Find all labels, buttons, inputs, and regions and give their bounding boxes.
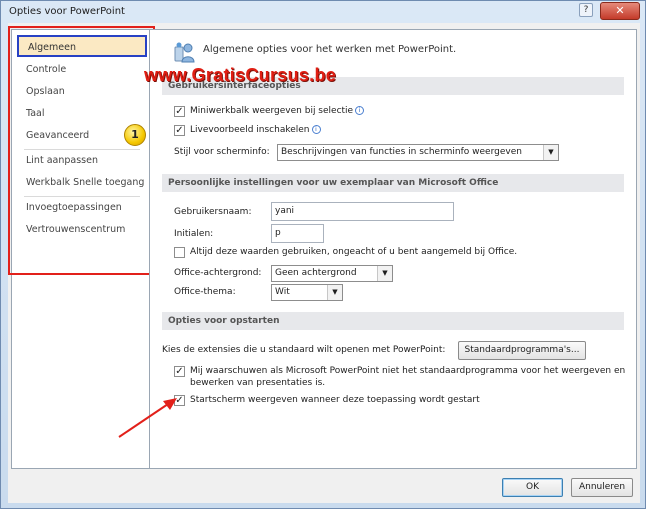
sidebar-item-label: Lint aanpassen xyxy=(26,155,98,166)
live-preview-text: Livevoorbeeld inschakelen xyxy=(190,125,310,135)
intro-text: Algemene opties voor het werken met Powe… xyxy=(203,44,457,55)
sidebar-item-lint-aanpassen[interactable]: Lint aanpassen xyxy=(17,150,147,172)
chevron-down-icon: ▼ xyxy=(543,145,558,160)
office-background-value: Geen achtergrond xyxy=(275,268,357,278)
office-background-select[interactable]: Geen achtergrond ▼ xyxy=(271,265,393,282)
settings-people-icon xyxy=(174,42,195,63)
step-badge: 1 xyxy=(124,124,146,146)
sidebar-item-label: Opslaan xyxy=(26,86,65,97)
office-theme-label: Office-thema: xyxy=(174,287,236,297)
help-button[interactable]: ? xyxy=(579,3,593,17)
office-theme-value: Wit xyxy=(275,287,290,297)
username-field[interactable]: yani xyxy=(271,202,454,221)
office-theme-select[interactable]: Wit ▼ xyxy=(271,284,343,301)
sidebar-item-invoegtoepassingen[interactable]: Invoegtoepassingen xyxy=(17,197,147,219)
tooltip-style-label: Stijl voor scherminfo: xyxy=(174,147,270,157)
red-arrow-icon xyxy=(118,398,177,438)
warn-default-label: Mij waarschuwen als Microsoft PowerPoint… xyxy=(190,366,626,388)
start-screen-label: Startscherm weergeven wanneer deze toepa… xyxy=(190,395,480,405)
sidebar-item-label: Vertrouwenscentrum xyxy=(26,224,126,235)
office-background-label: Office-achtergrond: xyxy=(174,268,262,278)
sidebar-item-taal[interactable]: Taal xyxy=(17,103,147,125)
watermark-text: www.GratisCursus.be xyxy=(144,65,337,85)
default-programs-button[interactable]: Standaardprogramma's... xyxy=(458,341,586,360)
ok-button[interactable]: OK xyxy=(502,478,563,497)
sidebar-item-label: Controle xyxy=(26,64,67,75)
sidebar-item-label: Taal xyxy=(26,108,45,119)
sidebar-item-vertrouwenscentrum[interactable]: Vertrouwenscentrum xyxy=(17,219,147,241)
username-label: Gebruikersnaam: xyxy=(174,207,252,217)
initials-label: Initialen: xyxy=(174,229,214,239)
dialog-client: Algemeen Controle Opslaan Taal Geavancee… xyxy=(8,23,640,503)
sidebar-item-label: Algemeen xyxy=(28,42,76,53)
live-preview-checkbox[interactable]: ✓ xyxy=(174,125,185,136)
warn-default-checkbox[interactable]: ✓ xyxy=(174,366,185,377)
info-icon: i xyxy=(311,125,321,134)
tooltip-style-value: Beschrijvingen van functies in scherminf… xyxy=(281,147,522,157)
initials-field[interactable]: p xyxy=(271,224,324,243)
chevron-down-icon: ▼ xyxy=(327,285,342,300)
live-preview-label: Livevoorbeeld inschakelen i xyxy=(190,125,321,135)
mini-toolbar-label: Miniwerkbalk weergeven bij selectie i xyxy=(190,106,365,116)
always-use-label: Altijd deze waarden gebruiken, ongeacht … xyxy=(190,247,518,257)
always-use-checkbox[interactable] xyxy=(174,247,185,258)
dialog-window: Opties voor PowerPoint ? ✕ Algemeen Cont… xyxy=(0,0,646,509)
mini-toolbar-text: Miniwerkbalk weergeven bij selectie xyxy=(190,106,354,116)
window-title: Opties voor PowerPoint xyxy=(9,6,125,17)
main-panel: Algemene opties voor het werken met Powe… xyxy=(149,29,637,469)
sidebar-item-label: Invoegtoepassingen xyxy=(26,202,122,213)
info-icon: i xyxy=(355,106,365,115)
sidebar-item-werkbalk-snelle-toegang[interactable]: Werkbalk Snelle toegang xyxy=(17,172,147,194)
chevron-down-icon: ▼ xyxy=(377,266,392,281)
section-header-personal: Persoonlijke instellingen voor uw exempl… xyxy=(162,174,624,192)
sidebar-item-opslaan[interactable]: Opslaan xyxy=(17,81,147,103)
extensions-text: Kies de extensies die u standaard wilt o… xyxy=(162,345,446,355)
mini-toolbar-checkbox[interactable]: ✓ xyxy=(174,106,185,117)
sidebar-item-label: Werkbalk Snelle toegang xyxy=(26,177,145,188)
sidebar-item-algemeen[interactable]: Algemeen xyxy=(17,35,147,57)
cancel-button[interactable]: Annuleren xyxy=(571,478,633,497)
close-button[interactable]: ✕ xyxy=(600,2,640,20)
sidebar-item-label: Geavanceerd xyxy=(26,130,90,141)
sidebar-item-controle[interactable]: Controle xyxy=(17,59,147,81)
tooltip-style-select[interactable]: Beschrijvingen van functies in scherminf… xyxy=(277,144,559,161)
section-header-startup: Opties voor opstarten xyxy=(162,312,624,330)
